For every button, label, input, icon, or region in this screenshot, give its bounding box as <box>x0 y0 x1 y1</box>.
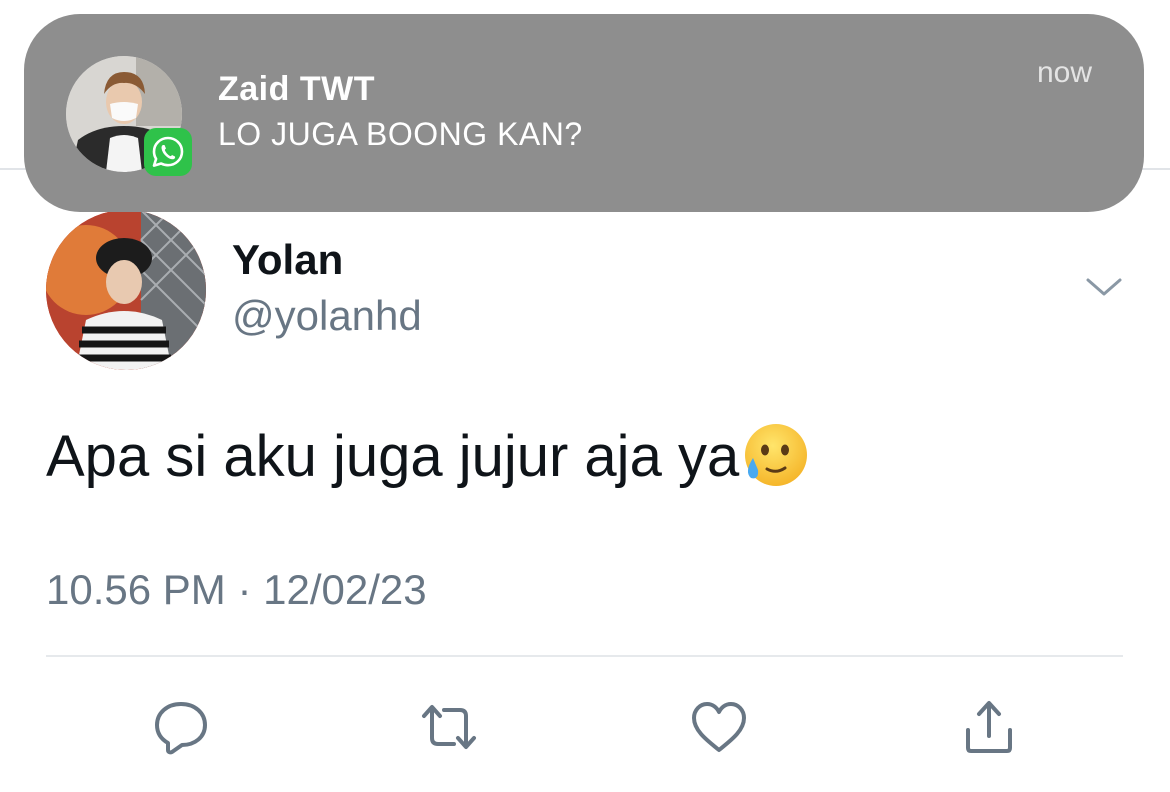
face-holding-back-tears-icon <box>739 420 809 490</box>
notification-message: LO JUGA BOONG KAN? <box>218 116 583 152</box>
retweet-icon <box>422 705 476 749</box>
like-button[interactable] <box>684 692 754 762</box>
reply-button[interactable] <box>146 692 216 762</box>
author-avatar[interactable] <box>46 210 206 370</box>
tweet-time: 10.56 PM <box>46 566 226 613</box>
tweet-body: Apa si aku juga jujur aja ya <box>46 424 740 489</box>
share-icon <box>966 701 1012 753</box>
timestamp-separator: · <box>237 566 252 613</box>
notification-sender: Zaid TWT <box>218 70 375 108</box>
tweet-text: Apa si aku juga jujur aja ya <box>46 420 809 490</box>
share-button[interactable] <box>954 692 1024 762</box>
tweet-timestamp: 10.56 PM · 12/02/23 <box>46 566 427 614</box>
notification-time: now <box>1036 56 1092 89</box>
heart-icon <box>692 702 746 752</box>
author-handle[interactable]: @yolanhd <box>232 292 422 340</box>
author-name[interactable]: Yolan <box>232 236 343 284</box>
notification-banner[interactable]: Zaid TWT LO JUGA BOONG KAN? now <box>24 14 1144 212</box>
whatsapp-icon <box>144 128 192 176</box>
tweet-screen: Yolan @yolanhd Apa si aku juga jujur aja… <box>0 0 1170 792</box>
reply-icon <box>155 702 207 755</box>
tweet-date: 12/02/23 <box>263 566 427 613</box>
retweet-button[interactable] <box>414 692 484 762</box>
actions-divider <box>46 655 1123 657</box>
chevron-down-icon[interactable] <box>1084 272 1124 302</box>
